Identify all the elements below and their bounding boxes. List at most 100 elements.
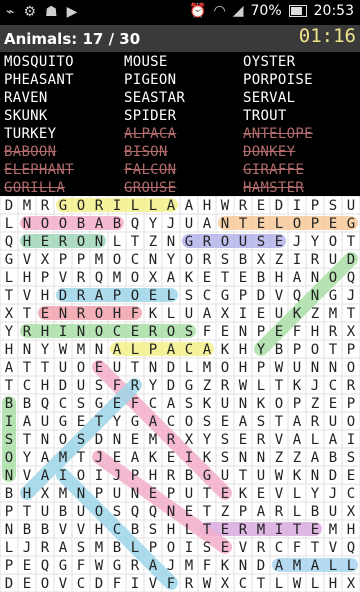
grid-letter[interactable]: N — [149, 252, 157, 268]
grid-letter[interactable]: H — [113, 306, 121, 322]
grid-letter[interactable]: T — [41, 360, 50, 376]
grid-letter[interactable]: C — [167, 414, 175, 430]
grid-letter[interactable]: R — [167, 432, 176, 448]
grid-letter[interactable]: S — [221, 432, 229, 448]
grid-letter[interactable]: T — [221, 270, 230, 286]
grid-letter[interactable]: U — [77, 504, 85, 520]
grid-letter[interactable]: B — [275, 342, 283, 358]
grid-letter[interactable]: O — [221, 234, 229, 250]
grid-letter[interactable]: N — [167, 234, 175, 250]
grid-letter[interactable]: U — [221, 468, 229, 484]
grid-letter[interactable]: S — [221, 450, 229, 466]
grid-letter[interactable]: C — [329, 378, 337, 394]
grid-letter[interactable]: A — [203, 306, 212, 322]
grid-letter[interactable]: E — [185, 504, 193, 520]
grid-letter[interactable]: T — [311, 540, 320, 556]
grid-letter[interactable]: P — [77, 252, 85, 268]
grid-letter[interactable]: O — [311, 342, 319, 358]
grid-letter[interactable]: S — [221, 252, 229, 268]
grid-letter[interactable]: N — [311, 468, 319, 484]
grid-letter[interactable]: I — [131, 576, 139, 592]
grid-letter[interactable]: M — [203, 360, 211, 376]
grid-letter[interactable]: P — [95, 486, 103, 502]
grid-letter[interactable]: A — [149, 558, 158, 574]
grid-letter[interactable]: T — [257, 576, 266, 592]
grid-letter[interactable]: K — [293, 306, 302, 322]
grid-letter[interactable]: R — [131, 378, 140, 394]
grid-letter[interactable]: C — [59, 396, 67, 412]
grid-letter[interactable]: B — [5, 486, 13, 502]
grid-letter[interactable]: R — [311, 414, 320, 430]
grid-letter[interactable]: R — [131, 558, 140, 574]
grid-letter[interactable]: P — [257, 324, 265, 340]
grid-letter[interactable]: G — [185, 378, 193, 394]
grid-letter[interactable]: B — [131, 522, 139, 538]
grid-letter[interactable]: V — [23, 252, 32, 268]
grid-letter[interactable]: V — [59, 270, 68, 286]
grid-letter[interactable]: L — [311, 576, 319, 592]
grid-letter[interactable]: H — [41, 324, 49, 340]
grid-letter[interactable]: A — [41, 450, 50, 466]
grid-letter[interactable]: T — [203, 486, 212, 502]
grid-letter[interactable]: T — [347, 234, 356, 250]
grid-letter[interactable]: Q — [41, 558, 49, 574]
grid-letter[interactable]: F — [167, 576, 175, 592]
grid-letter[interactable]: H — [95, 522, 103, 538]
grid-letter[interactable]: S — [5, 432, 13, 448]
grid-letter[interactable]: D — [59, 378, 67, 394]
grid-letter[interactable]: E — [221, 486, 229, 502]
grid-letter[interactable]: L — [167, 306, 175, 322]
grid-letter[interactable]: U — [59, 360, 67, 376]
grid-letter[interactable]: F — [131, 396, 139, 412]
grid-letter[interactable]: R — [77, 288, 86, 304]
grid-letter[interactable]: V — [77, 522, 86, 538]
grid-letter[interactable]: C — [239, 576, 247, 592]
grid-letter[interactable]: F — [113, 576, 121, 592]
grid-letter[interactable]: N — [239, 558, 247, 574]
grid-letter[interactable]: Z — [275, 252, 283, 268]
grid-letter[interactable]: T — [23, 306, 32, 322]
grid-letter[interactable]: L — [275, 216, 283, 232]
grid-letter[interactable]: R — [311, 252, 320, 268]
grid-letter[interactable]: B — [329, 450, 337, 466]
grid-letter[interactable]: U — [329, 504, 337, 520]
grid-letter[interactable]: O — [221, 360, 229, 376]
letter-grid[interactable]: DMRGORILLAAHWREDIPSULNOOBABQYJUANTELOPEG… — [0, 196, 360, 592]
grid-letter[interactable]: Q — [131, 216, 139, 232]
grid-letter[interactable]: E — [221, 414, 229, 430]
grid-letter[interactable]: T — [77, 450, 86, 466]
grid-letter[interactable]: S — [185, 324, 193, 340]
grid-letter[interactable]: I — [59, 324, 67, 340]
grid-letter[interactable]: P — [149, 342, 157, 358]
grid-letter[interactable]: N — [167, 504, 175, 520]
grid-letter[interactable]: N — [23, 342, 31, 358]
grid-letter[interactable]: N — [239, 324, 247, 340]
grid-letter[interactable]: U — [41, 414, 49, 430]
grid-letter[interactable]: M — [293, 558, 301, 574]
grid-letter[interactable]: P — [149, 540, 157, 556]
grid-letter[interactable]: U — [293, 360, 301, 376]
grid-letter[interactable]: N — [221, 216, 229, 232]
grid-letter[interactable]: V — [59, 576, 68, 592]
grid-letter[interactable]: U — [329, 252, 337, 268]
grid-letter[interactable]: N — [239, 396, 247, 412]
grid-letter[interactable]: E — [257, 486, 265, 502]
grid-letter[interactable]: U — [329, 414, 337, 430]
grid-letter[interactable]: H — [311, 324, 319, 340]
grid-letter[interactable]: A — [5, 360, 14, 376]
grid-letter[interactable]: E — [203, 270, 211, 286]
grid-letter[interactable]: D — [5, 198, 13, 214]
grid-letter[interactable]: C — [347, 486, 355, 502]
grid-letter[interactable]: G — [59, 414, 67, 430]
grid-letter[interactable]: U — [221, 396, 229, 412]
grid-letter[interactable]: V — [239, 540, 248, 556]
grid-letter[interactable]: I — [95, 468, 103, 484]
grid-letter[interactable]: S — [185, 396, 193, 412]
grid-letter[interactable]: B — [41, 522, 49, 538]
grid-letter[interactable]: E — [131, 432, 139, 448]
grid-letter[interactable]: G — [113, 558, 121, 574]
grid-letter[interactable]: N — [77, 486, 85, 502]
grid-letter[interactable]: D — [59, 288, 67, 304]
grid-letter[interactable]: R — [149, 324, 158, 340]
grid-letter[interactable]: I — [59, 468, 67, 484]
